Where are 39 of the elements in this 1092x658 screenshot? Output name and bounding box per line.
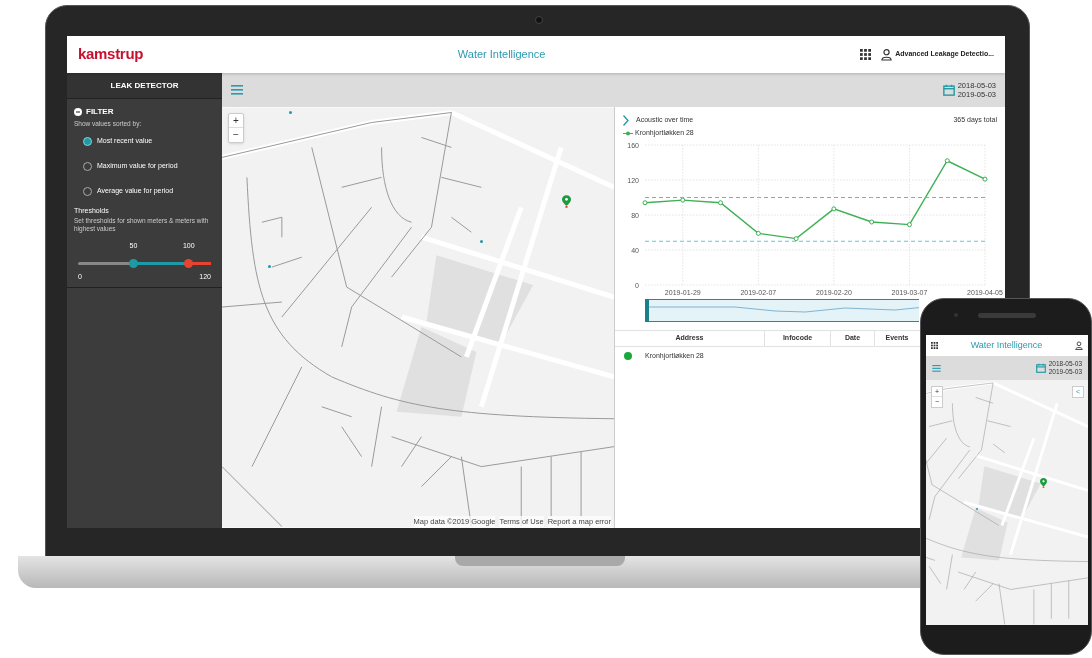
apps-grid-icon[interactable] xyxy=(931,342,938,349)
range-navigator[interactable] xyxy=(645,299,919,322)
logo: kamstrup xyxy=(78,44,144,65)
radio-button[interactable] xyxy=(83,136,92,146)
meter-marker[interactable] xyxy=(268,265,271,268)
filter-heading[interactable]: FILTER xyxy=(86,106,114,118)
apps-grid-icon[interactable] xyxy=(860,49,872,60)
data-point[interactable] xyxy=(680,197,686,203)
user-icon[interactable] xyxy=(1075,341,1083,350)
data-point[interactable] xyxy=(831,206,837,212)
camera-icon xyxy=(535,16,543,24)
slider-thumb[interactable] xyxy=(184,259,194,269)
menu-icon[interactable] xyxy=(932,364,941,372)
speaker-grille xyxy=(978,313,1036,318)
chevron-right-icon[interactable] xyxy=(623,114,629,126)
data-point[interactable] xyxy=(718,200,724,206)
calendar-icon[interactable] xyxy=(942,84,955,96)
data-point[interactable] xyxy=(755,230,761,236)
slider-thumb[interactable] xyxy=(128,259,138,269)
user-icon[interactable] xyxy=(881,48,893,61)
app-title: Water Intelligence xyxy=(970,338,1043,352)
data-point[interactable] xyxy=(944,158,950,164)
data-point[interactable] xyxy=(793,236,799,242)
collapse-icon[interactable] xyxy=(74,108,82,116)
map-pin-icon[interactable] xyxy=(1040,478,1047,488)
calendar-icon[interactable] xyxy=(1035,363,1046,373)
legend-marker-icon xyxy=(623,130,633,136)
sidebar-title: LEAK DETECTOR xyxy=(110,79,179,92)
zoom-out-button[interactable]: − xyxy=(229,128,243,142)
meter-marker[interactable] xyxy=(289,111,292,114)
data-point[interactable] xyxy=(869,219,875,225)
data-point[interactable] xyxy=(642,200,648,206)
meter-marker[interactable] xyxy=(480,240,483,243)
menu-icon[interactable] xyxy=(231,85,243,95)
data-point[interactable] xyxy=(982,176,988,182)
data-point[interactable] xyxy=(906,222,912,228)
zoom-in-button[interactable]: + xyxy=(229,114,243,128)
app-title: Water Intelligence xyxy=(457,47,546,63)
map-pin-icon[interactable] xyxy=(562,195,571,208)
